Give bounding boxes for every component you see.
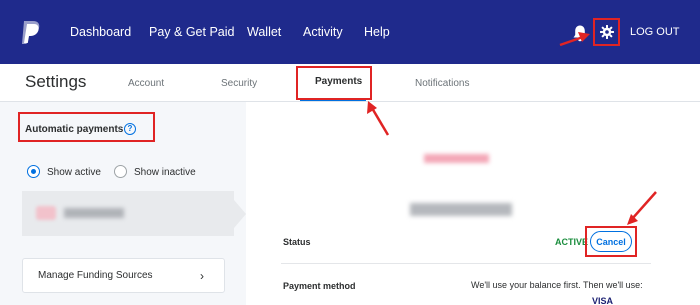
automatic-payments-heading: Automatic payments: [25, 124, 124, 135]
paypal-logo[interactable]: [20, 20, 42, 46]
status-label: Status: [283, 237, 311, 247]
show-inactive-label[interactable]: Show inactive: [134, 167, 196, 178]
show-inactive-radio[interactable]: [114, 165, 127, 178]
nav-help[interactable]: Help: [364, 25, 390, 39]
help-icon[interactable]: ?: [124, 123, 136, 135]
tab-security[interactable]: Security: [221, 78, 257, 89]
nav-pay-and-get-paid[interactable]: Pay & Get Paid: [149, 25, 234, 39]
merchant-name-redacted: [64, 208, 124, 218]
top-navigation: Dashboard Pay & Get Paid Wallet Activity…: [0, 0, 700, 64]
divider: [281, 263, 651, 264]
bell-icon[interactable]: [572, 24, 588, 42]
payment-method-label: Payment method: [283, 281, 356, 291]
cancel-button[interactable]: Cancel: [590, 231, 632, 252]
chevron-right-icon: ›: [200, 269, 204, 283]
selected-row-pointer: [234, 200, 246, 228]
merchant-title-redacted: [424, 154, 489, 163]
nav-wallet[interactable]: Wallet: [247, 25, 281, 39]
merchant-avatar: [36, 206, 56, 220]
merchant-detail-redacted: [410, 203, 512, 216]
settings-highlight: [593, 18, 620, 46]
nav-activity[interactable]: Activity: [303, 25, 343, 39]
show-active-radio[interactable]: [27, 165, 40, 178]
payment-method-description: We'll use your balance first. Then we'll…: [471, 280, 643, 290]
tab-notifications[interactable]: Notifications: [415, 78, 469, 89]
manage-funding-sources-label: Manage Funding Sources: [38, 270, 153, 281]
gear-icon[interactable]: [600, 25, 614, 39]
logout-link[interactable]: LOG OUT: [630, 26, 680, 38]
page-title: Settings: [25, 72, 87, 91]
nav-dashboard[interactable]: Dashboard: [70, 25, 131, 39]
tab-account[interactable]: Account: [128, 78, 164, 89]
payments-tab-highlight: [296, 66, 372, 100]
status-badge: ACTIVE: [555, 237, 589, 247]
show-active-label[interactable]: Show active: [47, 167, 101, 178]
visa-card-label: VISA: [592, 296, 614, 305]
